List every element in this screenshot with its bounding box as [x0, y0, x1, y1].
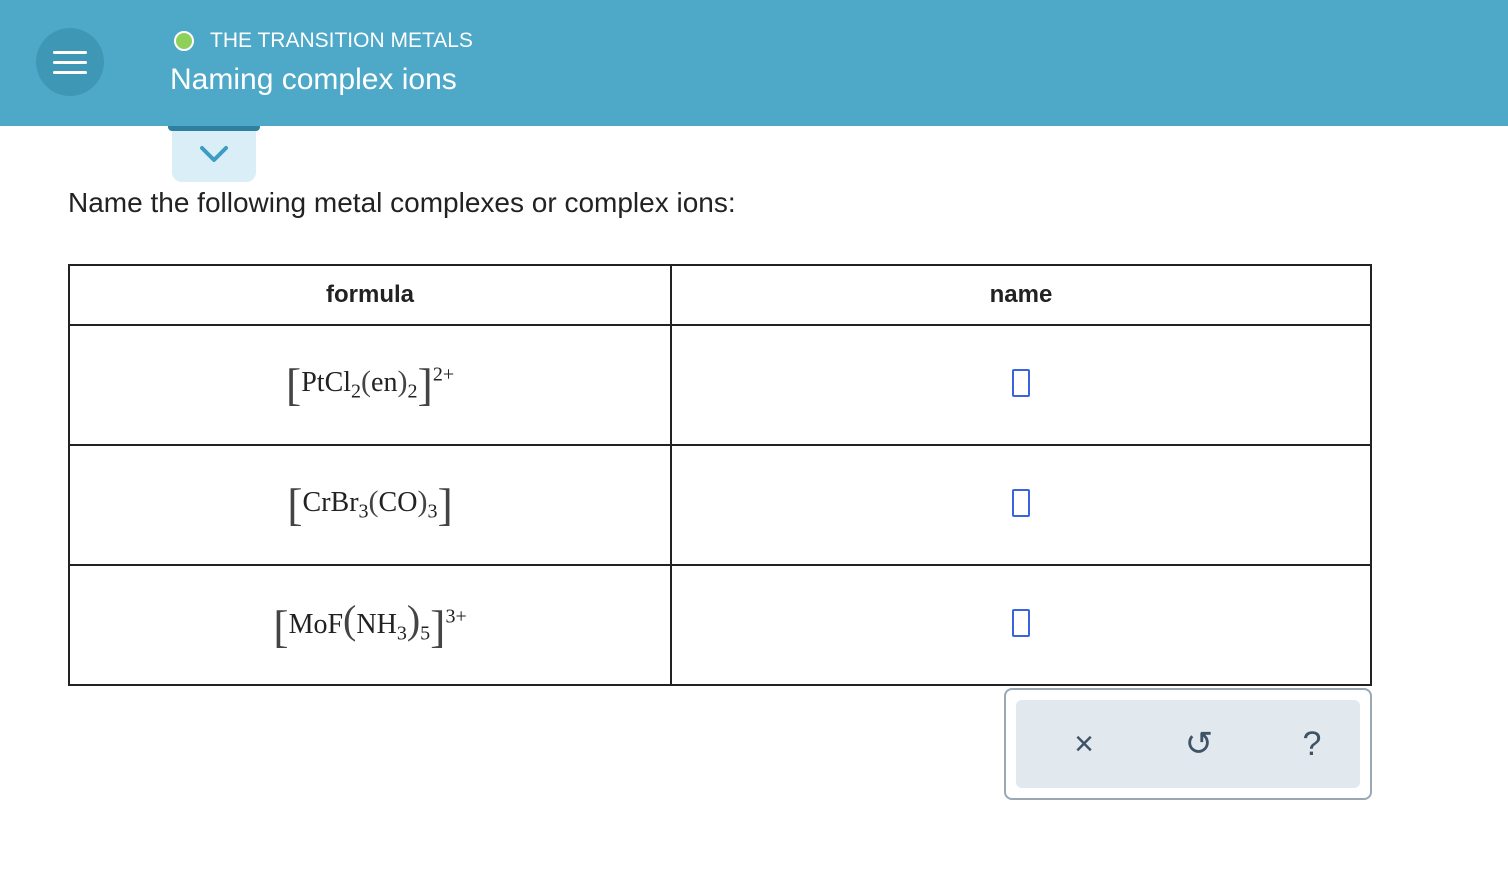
page-title: Naming complex ions — [170, 63, 457, 96]
menu-button[interactable] — [36, 28, 104, 96]
formula: [MoF(NH3)5]3+ — [273, 597, 467, 653]
top-bar: THE TRANSITION METALS Naming complex ion… — [0, 0, 1508, 126]
status-dot — [174, 31, 194, 51]
formula: [CrBr3(CO)3] — [287, 479, 453, 531]
answer-tools: × ↺ ? — [1004, 688, 1372, 800]
formula-cell: [PtCl2(en)2]2+ — [68, 324, 672, 446]
clear-icon[interactable]: × — [1062, 722, 1106, 766]
name-header: name — [670, 264, 1372, 326]
formula-header: formula — [68, 264, 672, 326]
formula-cell: [CrBr3(CO)3] — [68, 444, 672, 566]
formula-cell: [MoF(NH3)5]3+ — [68, 564, 672, 686]
answer-input[interactable] — [1012, 608, 1030, 637]
tools-panel: × ↺ ? — [1016, 700, 1360, 788]
table-row: [PtCl2(en)2]2+ — [68, 324, 1372, 446]
table-row: [MoF(NH3)5]3+ — [68, 564, 1372, 686]
undo-icon[interactable]: ↺ — [1177, 722, 1221, 766]
name-cell — [670, 324, 1372, 446]
table-row: [CrBr3(CO)3] — [68, 444, 1372, 566]
formula: [PtCl2(en)2]2+ — [285, 359, 455, 411]
expand-tab[interactable] — [168, 126, 260, 182]
answer-input[interactable] — [1012, 368, 1030, 397]
topic-label: THE TRANSITION METALS — [210, 29, 473, 52]
name-cell — [670, 564, 1372, 686]
name-cell — [670, 444, 1372, 566]
help-icon[interactable]: ? — [1290, 722, 1334, 766]
question-prompt: Name the following metal complexes or co… — [68, 187, 736, 218]
answer-input[interactable] — [1012, 488, 1030, 517]
question-table: formula name [PtCl2(en)2]2+ [CrBr3(CO)3]… — [68, 264, 1372, 686]
chevron-down-icon — [200, 146, 228, 162]
menu-icon — [53, 51, 87, 54]
